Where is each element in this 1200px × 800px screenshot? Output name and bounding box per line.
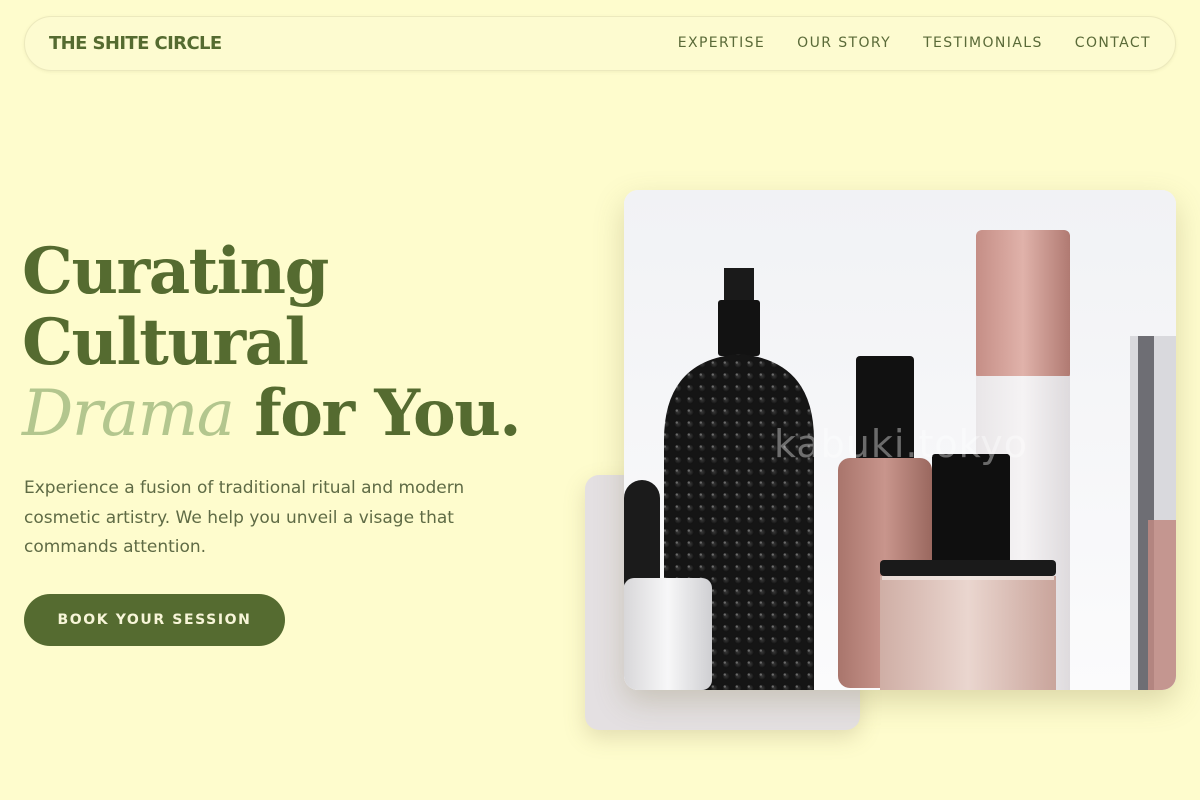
nav-link-contact[interactable]: CONTACT <box>1075 35 1151 51</box>
hero-title-line1: Curating <box>22 234 329 309</box>
hero-title: Curating Cultural Drama for You. <box>22 234 522 451</box>
hero-photo-perfume-bottles: kabuki.tokyo <box>624 190 1176 690</box>
photo-watermark: kabuki.tokyo <box>774 422 1029 466</box>
hero-description: Experience a fusion of traditional ritua… <box>24 478 465 557</box>
hero-title-accent: Drama <box>22 377 235 451</box>
nav-link-expertise[interactable]: EXPERTISE <box>678 35 765 51</box>
top-navigation: THE SHITE CIRCLE EXPERTISE OUR STORY TES… <box>24 16 1176 71</box>
nav-links: EXPERTISE OUR STORY TESTIMONIALS CONTACT <box>678 35 1151 51</box>
hero-title-line2: Cultural <box>22 305 309 380</box>
nav-link-testimonials[interactable]: TESTIMONIALS <box>923 35 1043 51</box>
nav-link-our-story[interactable]: OUR STORY <box>797 35 891 51</box>
hero-title-rest: for You. <box>233 376 521 451</box>
brand-logo[interactable]: THE SHITE CIRCLE <box>49 33 222 54</box>
book-session-button[interactable]: BOOK YOUR SESSION <box>24 594 285 646</box>
